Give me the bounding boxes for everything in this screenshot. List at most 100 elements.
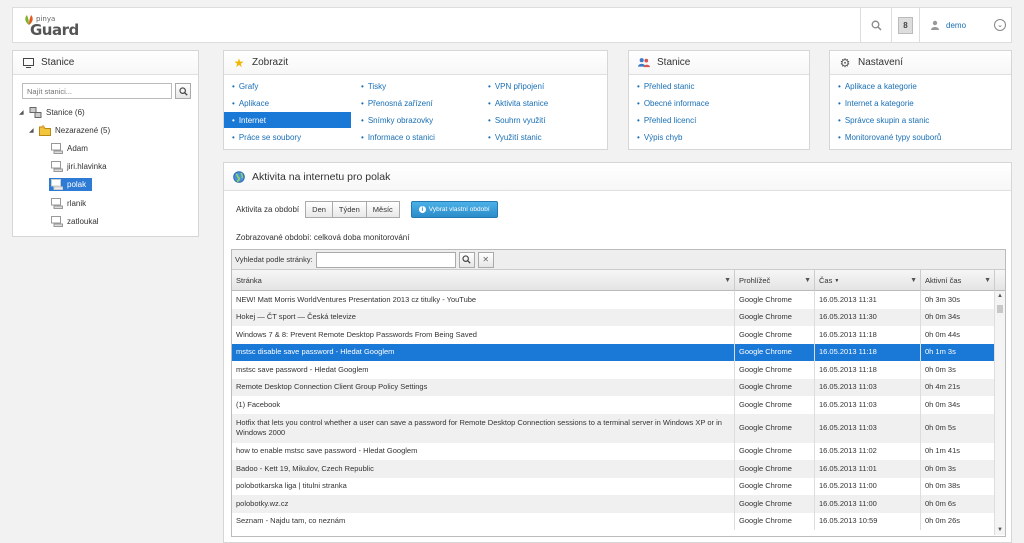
filter-icon[interactable]: ▼ xyxy=(984,277,991,284)
link-label[interactable]: Tisky xyxy=(368,82,386,91)
table-row[interactable]: polobotkarska liga | titulni stranka Goog… xyxy=(232,477,995,495)
header-search-button[interactable] xyxy=(860,8,891,42)
link-label[interactable]: Monitorované typy souborů xyxy=(845,133,942,142)
period-day-button[interactable]: Den xyxy=(305,201,333,218)
settings-link-aplikace[interactable]: • Aplikace a kategorie xyxy=(838,78,917,94)
view-link-informace-o-stanici[interactable]: • Informace o stanici xyxy=(361,129,435,145)
view-link-vpn[interactable]: • VPN připojení xyxy=(488,78,544,94)
cell-page: Seznam - Najdu tam, co neznám xyxy=(232,512,735,530)
tree-node-station[interactable]: zatloukal xyxy=(51,215,99,228)
pinya-guard-logo[interactable]: pinya Guard xyxy=(21,12,81,42)
table-row[interactable]: Windows 7 & 8: Prevent Remote Desktop Pa… xyxy=(232,326,995,344)
table-row[interactable]: how to enable mstsc save password - Hled… xyxy=(232,442,995,460)
link-label[interactable]: Aplikace a kategorie xyxy=(845,82,917,91)
tree-node-group[interactable]: ◢ Nezarazené (5) xyxy=(29,124,110,137)
view-link-snimky-obrazovky[interactable]: • Snímky obrazovky xyxy=(361,112,433,128)
link-label[interactable]: VPN připojení xyxy=(495,82,544,91)
table-row[interactable]: Seznam - Najdu tam, co neznám Google Chro… xyxy=(232,512,995,530)
table-row[interactable]: mstsc save password - Hledat Googlem Goog… xyxy=(232,361,995,379)
filter-icon[interactable]: ▼ xyxy=(910,277,917,284)
tree-node-label: polak xyxy=(67,180,87,189)
chevron-down-icon[interactable]: ⌄ xyxy=(994,19,1006,31)
view-link-grafy[interactable]: • Grafy xyxy=(232,78,258,94)
link-label[interactable]: Přehled stanic xyxy=(644,82,695,91)
link-label[interactable]: Aplikace xyxy=(239,99,269,108)
scroll-thumb[interactable] xyxy=(997,305,1003,313)
tree-node-root[interactable]: ◢ Stanice (6) xyxy=(19,106,85,119)
table-row[interactable]: Hokej — ČT sport — Česká televize Google … xyxy=(232,308,995,326)
settings-link-typy-souboru[interactable]: • Monitorované typy souborů xyxy=(838,129,941,145)
notification-button[interactable]: 8 xyxy=(891,8,919,42)
link-label[interactable]: Správce skupin a stanic xyxy=(845,116,930,125)
link-label[interactable]: Internet xyxy=(239,116,266,125)
view-link-tisky[interactable]: • Tisky xyxy=(361,78,386,94)
view-link-prenosna-zarizeni[interactable]: • Přenosná zařízení xyxy=(361,95,433,111)
tree-node-station[interactable]: jiri.hlavinka xyxy=(51,160,107,173)
link-label[interactable]: Snímky obrazovky xyxy=(368,116,433,125)
link-label[interactable]: Obecné informace xyxy=(644,99,709,108)
column-header-browser[interactable]: Prohlížeč ▼ xyxy=(735,270,815,291)
view-link-aktivita-stanice[interactable]: • Aktivita stanice xyxy=(488,95,548,111)
link-label[interactable]: Práce se soubory xyxy=(239,133,301,142)
user-menu[interactable]: demo ⌄ xyxy=(919,8,1012,42)
station-search-input[interactable] xyxy=(22,83,172,99)
tree-node-label: Adam xyxy=(67,144,88,153)
column-header-active-time[interactable]: Aktivní čas ▼ xyxy=(921,270,995,291)
expand-triangle-icon[interactable]: ◢ xyxy=(19,109,25,116)
table-row[interactable]: (1) Facebook Google Chrome 16.05.2013 11:0… xyxy=(232,396,995,414)
user-icon xyxy=(931,20,939,30)
station-search-button[interactable] xyxy=(175,83,191,99)
column-header-label: Aktivní čas xyxy=(925,276,962,285)
scroll-up-icon[interactable]: ▲ xyxy=(997,293,1003,299)
link-label[interactable]: Výpis chyb xyxy=(644,133,683,142)
view-link-vyuziti-stanic[interactable]: • Využití stanic xyxy=(488,129,542,145)
cell-time: 16.05.2013 11:18 xyxy=(815,326,921,344)
column-header-page[interactable]: Stránka ▼ xyxy=(232,270,735,291)
link-label[interactable]: Grafy xyxy=(239,82,259,91)
table-row[interactable]: Remote Desktop Connection Client Group P… xyxy=(232,378,995,396)
cell-page: mstsc disable save password - Hledat Goo… xyxy=(232,343,735,361)
table-row-selected[interactable]: mstsc disable save password - Hledat Goo… xyxy=(232,343,995,361)
view-link-souhrn-vyuziti[interactable]: • Souhrn využití xyxy=(488,112,546,128)
tree-node-station-selected[interactable]: polak xyxy=(49,178,93,191)
view-link-internet[interactable]: • Internet xyxy=(224,112,351,128)
view-panel-title-text: Zobrazit xyxy=(252,57,289,68)
cell-time: 16.05.2013 11:02 xyxy=(815,442,921,460)
grid-scrollbar[interactable]: ▲ ▼ xyxy=(994,291,1005,535)
table-row[interactable]: NEW! Matt Morris WorldVentures Presentat… xyxy=(232,291,995,309)
link-label[interactable]: Informace o stanici xyxy=(368,133,435,142)
link-label[interactable]: Internet a kategorie xyxy=(845,99,914,108)
table-row[interactable]: Badoo - Kett 19, Mikulov, Czech Republic… xyxy=(232,460,995,478)
filter-icon[interactable]: ▼ xyxy=(804,277,811,284)
expand-triangle-icon[interactable]: ◢ xyxy=(29,127,35,134)
column-header-time[interactable]: Čas ▼ ▼ xyxy=(815,270,921,291)
view-link-aplikace[interactable]: • Aplikace xyxy=(232,95,269,111)
grid-search-clear-button[interactable]: ✕ xyxy=(477,251,494,268)
link-label[interactable]: Přehled licencí xyxy=(644,116,696,125)
tree-node-station[interactable]: Adam xyxy=(51,142,88,155)
settings-link-spravce[interactable]: • Správce skupin a stanic xyxy=(838,112,929,128)
table-row[interactable]: Hotfix that lets you control whether a u… xyxy=(232,413,995,443)
grid-search-input[interactable] xyxy=(315,251,456,268)
table-row[interactable]: polobotky.wz.cz Google Chrome 16.05.2013 1… xyxy=(232,495,995,513)
settings-link-internet[interactable]: • Internet a kategorie xyxy=(838,95,914,111)
link-label[interactable]: Přenosná zařízení xyxy=(368,99,433,108)
filter-icon[interactable]: ▼ xyxy=(724,277,731,284)
link-label[interactable]: Aktivita stanice xyxy=(495,99,548,108)
scroll-down-icon[interactable]: ▼ xyxy=(997,527,1003,533)
link-label[interactable]: Souhrn využití xyxy=(495,116,546,125)
view-link-prace-se-soubory[interactable]: • Práce se soubory xyxy=(232,129,301,145)
period-week-button[interactable]: Týden xyxy=(331,201,367,218)
custom-period-button[interactable]: i Vybrat vlastní období xyxy=(410,201,498,218)
grid-search-button[interactable] xyxy=(458,251,475,268)
link-label[interactable]: Využití stanic xyxy=(495,133,542,142)
period-month-button[interactable]: Měsíc xyxy=(365,201,400,218)
top-header: pinya Guard 8 demo ⌄ xyxy=(12,7,1012,43)
stations-link-chyby[interactable]: • Výpis chyb xyxy=(637,129,683,145)
stations-link-licence[interactable]: • Přehled licencí xyxy=(637,112,696,128)
stations-link-obecne[interactable]: • Obecné informace xyxy=(637,95,709,111)
tree-node-station[interactable]: rlanik xyxy=(51,197,86,210)
stations-link-prehled[interactable]: • Přehled stanic xyxy=(637,78,695,94)
user-name: demo xyxy=(946,20,967,30)
column-header-label: Čas xyxy=(819,276,833,285)
